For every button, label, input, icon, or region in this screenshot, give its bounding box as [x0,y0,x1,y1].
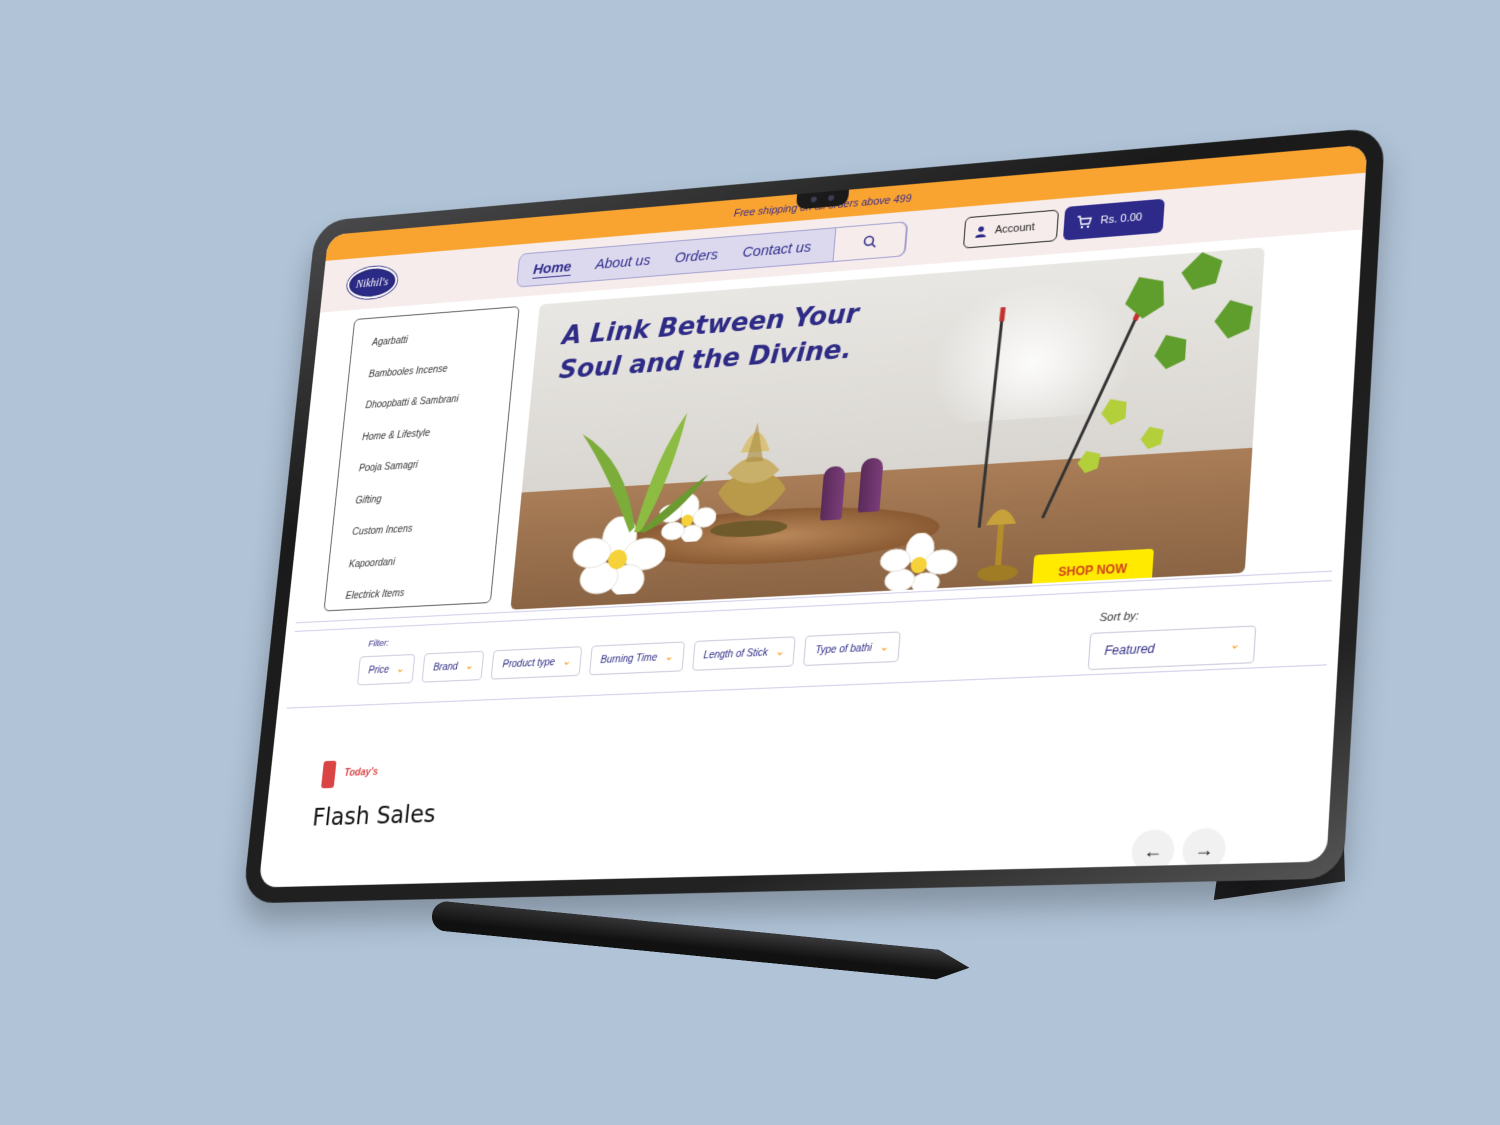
cart-total: Rs. 0.00 [1100,211,1143,227]
nav-about-us[interactable]: About us [595,252,652,273]
filter-chip-label: Price [367,664,390,676]
filter-burning-time[interactable]: Burning Time ⌄ [588,641,685,676]
arrow-right-icon: → [1193,838,1215,860]
search-icon [862,234,877,249]
filter-chip-label: Product type [502,656,556,670]
chevron-down-icon: ⌄ [879,641,889,654]
flash-sales-title: Flash Sales [311,800,437,832]
sort-value: Featured [1104,641,1156,659]
brass-stand-image [976,508,1019,583]
chevron-down-icon: ⌄ [775,646,785,658]
chevron-down-icon: ⌄ [464,660,474,672]
dhoop-cone [819,465,846,521]
sort-label: Sort by: [1099,610,1140,625]
vine-leaves-image [1076,250,1254,474]
account-label: Account [994,221,1036,237]
logo-text: Nikhil's [355,274,390,291]
account-button[interactable]: Account [962,209,1060,249]
filter-product-type[interactable]: Product type ⌄ [490,646,583,680]
filter-price[interactable]: Price ⌄ [356,653,416,686]
hero-title: A Link Between Your Soul and the Divine. [557,297,860,389]
cart-button[interactable]: Rs. 0.00 [1062,198,1165,241]
filter-row: Price ⌄ Brand ⌄ Product type ⌄ Burning T… [356,631,901,686]
today-label: Today's [343,766,379,779]
cart-icon [1076,215,1093,229]
category-menu: Agarbatti Bambooles Incense Dhoopbatti &… [323,306,520,612]
user-icon [975,226,987,238]
sort-select[interactable]: Featured ⌄ [1087,625,1257,671]
filter-length-of-stick[interactable]: Length of Stick ⌄ [691,636,796,671]
nav-contact-us[interactable]: Contact us [742,238,812,260]
chevron-down-icon: ⌄ [1229,639,1240,652]
arrow-left-icon: ← [1142,839,1164,862]
filter-chip-label: Burning Time [600,652,658,666]
hero-banner: A Link Between Your Soul and the Divine. [510,247,1265,610]
filter-chip-label: Length of Stick [703,647,769,661]
tablet-screen: Free shipping on all orders above 499 Ni… [258,144,1368,888]
nav-home[interactable]: Home [532,258,572,277]
chevron-down-icon: ⌄ [664,651,674,663]
nav-orders[interactable]: Orders [674,246,719,266]
filter-label: Filter: [367,637,390,649]
dhoop-cone [857,457,884,513]
frangipani-flower-image [877,531,962,596]
filter-chip-label: Brand [432,661,459,673]
chevron-down-icon: ⌄ [561,656,571,668]
next-button[interactable]: → [1181,827,1227,872]
prev-button[interactable]: ← [1130,829,1176,873]
filter-brand[interactable]: Brand ⌄ [421,650,485,683]
leaves-image [573,412,709,536]
tablet-device: Free shipping on all orders above 499 Ni… [242,126,1386,904]
filter-type-of-bathi[interactable]: Type of bathi ⌄ [803,631,901,667]
today-marker [321,760,337,789]
brand-logo[interactable]: Nikhil's [345,264,399,301]
filter-chip-label: Type of bathi [814,642,873,656]
chevron-down-icon: ⌄ [395,663,405,675]
search-button[interactable] [832,221,908,263]
